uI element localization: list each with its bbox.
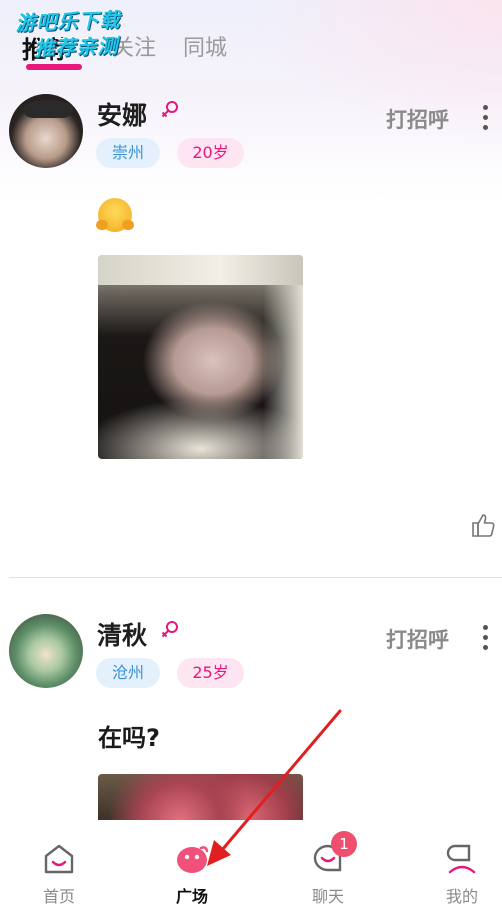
- avatar[interactable]: [9, 94, 83, 168]
- nav-home[interactable]: 首页: [9, 820, 109, 908]
- plaza-icon: [177, 846, 209, 873]
- more-options-icon[interactable]: [478, 624, 492, 652]
- bottom-navigation: 首页 广场 聊天 我的: [0, 820, 502, 908]
- greet-button[interactable]: 打招呼: [386, 624, 449, 654]
- nav-chat[interactable]: 聊天: [278, 820, 378, 908]
- nav-me[interactable]: 我的: [412, 820, 502, 908]
- chat-unread-badge: 1: [331, 831, 357, 857]
- post-divider: [9, 577, 502, 578]
- watermark-logo: 游吧乐下载 推荐亲测: [15, 6, 147, 67]
- greet-button[interactable]: 打招呼: [386, 104, 449, 134]
- home-icon: [44, 844, 74, 874]
- avatar[interactable]: [9, 614, 83, 688]
- female-icon: [161, 621, 178, 638]
- nav-home-label: 首页: [42, 887, 75, 906]
- hug-emoji-icon: [96, 198, 134, 232]
- post-username[interactable]: 安娜: [97, 96, 147, 132]
- age-tag: 20岁: [177, 138, 244, 168]
- female-icon: [161, 101, 178, 118]
- feed-post: 清秋 沧州 25岁 打招呼 在吗?: [0, 606, 502, 820]
- nav-plaza-label: 广场: [175, 887, 208, 906]
- city-tag: 沧州: [96, 658, 160, 688]
- thumbs-up-icon[interactable]: [470, 512, 496, 538]
- post-photo[interactable]: [98, 255, 303, 459]
- age-tag: 25岁: [177, 658, 244, 688]
- feed-list[interactable]: 安娜 崇州 20岁 打招呼 清秋 沧州 25岁 打招呼 在吗?: [0, 84, 502, 820]
- more-options-icon[interactable]: [478, 104, 492, 132]
- nav-chat-label: 聊天: [311, 887, 344, 906]
- nav-me-label: 我的: [445, 887, 478, 906]
- city-tag: 崇州: [96, 138, 160, 168]
- feed-post: 安娜 崇州 20岁 打招呼: [0, 84, 502, 594]
- tab-nearby[interactable]: 同城: [183, 30, 227, 62]
- watermark-line2: 推荐亲测: [33, 33, 119, 61]
- nav-plaza[interactable]: 广场: [142, 820, 242, 908]
- profile-icon: [446, 844, 476, 874]
- top-tab-bar: 推荐 关注 同城 游吧乐下载 推荐亲测: [0, 0, 502, 84]
- post-photo[interactable]: [98, 774, 303, 820]
- avatar-hat-detail: [23, 100, 73, 118]
- post-text: 在吗?: [98, 724, 160, 752]
- post-username[interactable]: 清秋: [97, 616, 147, 652]
